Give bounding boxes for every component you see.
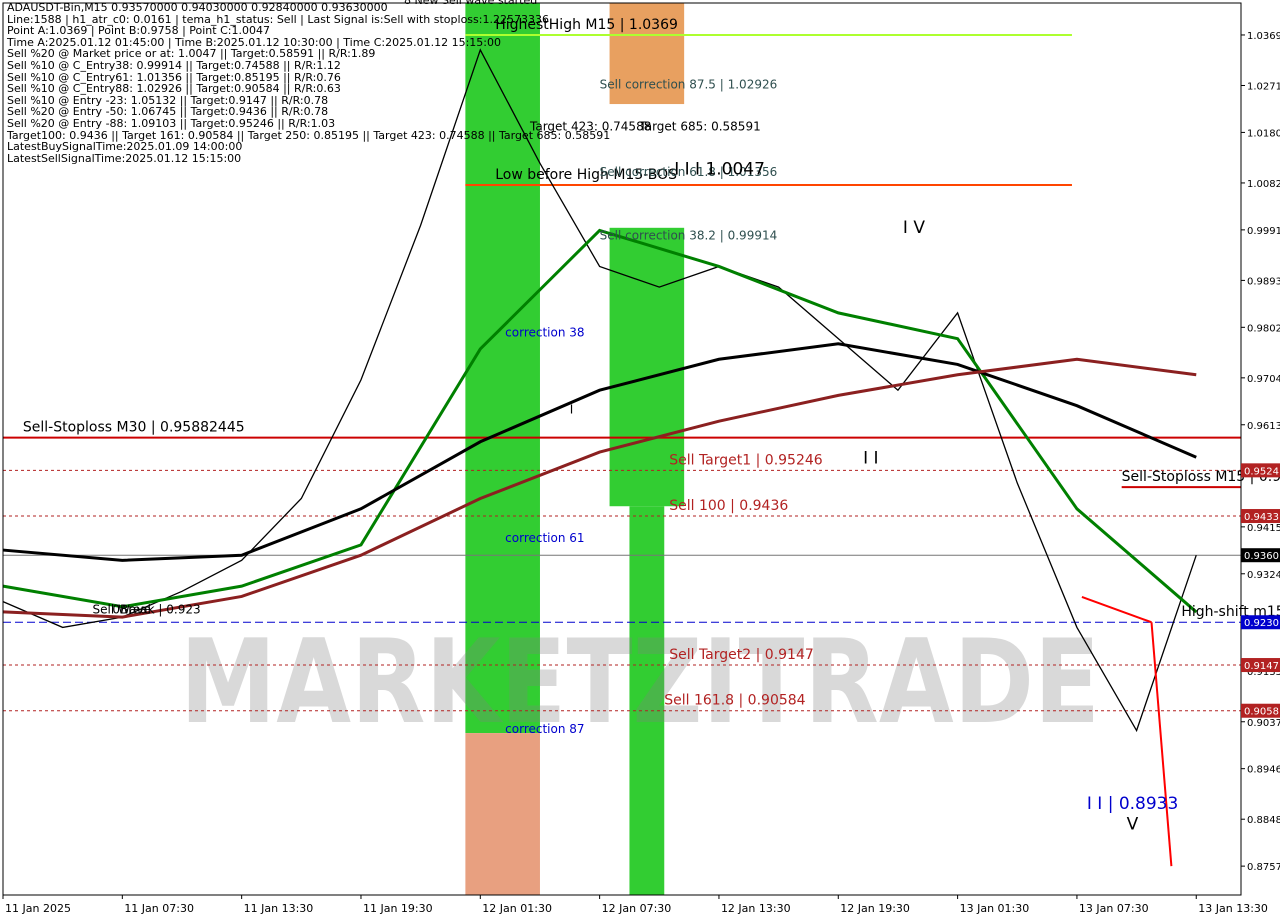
annotation-7: correction 61	[505, 531, 584, 545]
y-tick-label-1: 1.0271	[1247, 81, 1280, 92]
level-label-2: Sell-Stoploss M30 | 0.95882445	[23, 420, 245, 436]
annotation-15: Sell Wave	[92, 602, 150, 616]
chart-svg: MARKETZITRADEHighestHigh M15 | 1.0369Low…	[0, 0, 1280, 920]
y-tick-label-13: 0.9324	[1247, 570, 1280, 581]
y-tick-label-0: 1.0369	[1247, 31, 1280, 42]
top-cut-label: 8 New Sell wave started	[404, 0, 537, 7]
annotation-6: correction 38	[505, 326, 584, 340]
annotation-4: Target 423: 0.74588	[529, 119, 651, 133]
level-label-5: Sell 100 | 0.9436	[669, 498, 788, 514]
annotation-12: I I | 0.8933	[1087, 794, 1178, 814]
y-tick-label-18: 0.9037	[1247, 718, 1280, 729]
price-chart[interactable]: MARKETZITRADE HighestHigh M15 | 1.0369 Low…	[0, 0, 1280, 920]
y-tick-label-11: 0.9415	[1247, 523, 1280, 534]
x-tick-label-0: 11 Jan 2025	[5, 902, 71, 915]
y-tick-label-19: 0.8946	[1247, 765, 1280, 776]
y-tick-label-3: 1.0082	[1247, 179, 1280, 190]
y-tick-label-7: 0.9704	[1247, 374, 1280, 385]
annotation-10: I I	[863, 448, 878, 468]
annotation-5: Target 685: 0.58591	[638, 119, 760, 133]
x-tick-label-5: 12 Jan 07:30	[602, 902, 672, 915]
y-tick-label-5: 0.9893	[1247, 276, 1280, 287]
annotation-9: I V	[903, 218, 925, 238]
x-tick-label-8: 13 Jan 01:30	[960, 902, 1030, 915]
annotation-0: Sell correction 87.5 | 1.02926	[600, 78, 778, 92]
price-badge-label-8: 0.9147	[1244, 661, 1279, 672]
annotation-8: correction 87	[505, 722, 584, 736]
level-label-0: HighestHigh M15 | 1.0369	[495, 17, 678, 33]
annotation-13: V	[1127, 815, 1139, 835]
y-tick-label-6: 0.9802	[1247, 323, 1280, 334]
x-tick-label-10: 13 Jan 13:30	[1198, 902, 1268, 915]
watermark: MARKETZITRADE	[180, 615, 1100, 750]
correction-zone-1	[465, 733, 540, 895]
x-tick-label-6: 12 Jan 13:30	[721, 902, 791, 915]
level-label-9: Sell 161.8 | 0.90584	[664, 693, 805, 709]
annotation-11: I	[570, 402, 574, 416]
y-tick-label-4: 0.9991	[1247, 226, 1280, 237]
x-tick-label-2: 11 Jan 13:30	[244, 902, 314, 915]
annotation-2: Sell correction 38.2 | 0.99914	[600, 229, 778, 243]
x-tick-label-4: 12 Jan 01:30	[482, 902, 552, 915]
price-badge-label-4: 0.9524	[1244, 466, 1279, 477]
price-badge-label-6: 0.9360	[1244, 551, 1279, 562]
x-tick-label-1: 11 Jan 07:30	[124, 902, 194, 915]
x-tick-label-3: 11 Jan 19:30	[363, 902, 433, 915]
price-badge-label-5: 0.9433	[1244, 512, 1279, 523]
price-badge-label-7: 0.9230	[1244, 618, 1279, 629]
x-tick-label-9: 13 Jan 07:30	[1079, 902, 1149, 915]
y-tick-label-21: 0.8757	[1247, 862, 1280, 873]
level-label-8: Sell Target2 | 0.9147	[669, 647, 814, 663]
y-tick-label-8: 0.9613	[1247, 421, 1280, 432]
price-badge-label-9: 0.9058	[1244, 707, 1279, 718]
level-label-4: Sell Target1 | 0.95246	[669, 452, 823, 468]
x-tick-label-7: 12 Jan 19:30	[840, 902, 910, 915]
y-tick-label-2: 1.0180	[1247, 128, 1280, 139]
y-tick-label-20: 0.8848	[1247, 815, 1280, 826]
annotation-3: I I I 1.0047	[674, 160, 765, 180]
